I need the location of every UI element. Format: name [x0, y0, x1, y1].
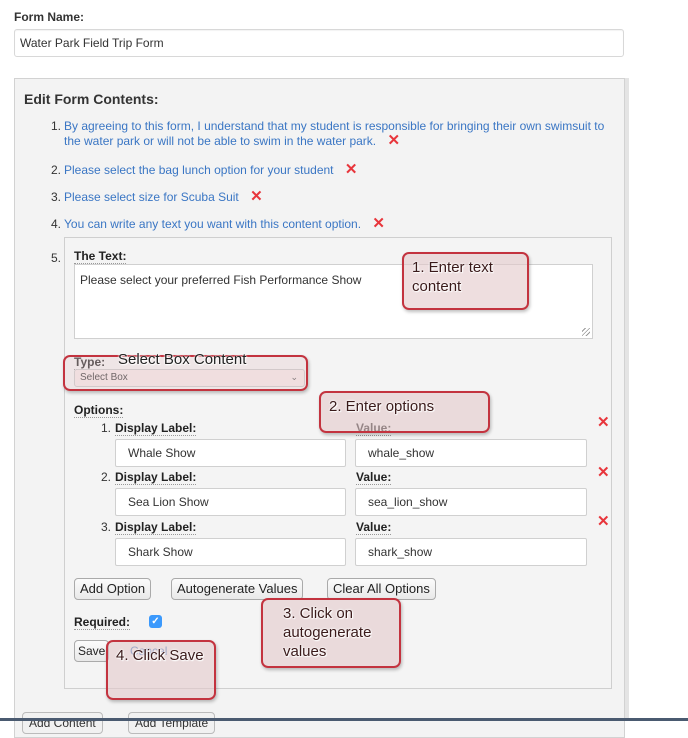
option-number: 2. — [101, 470, 112, 484]
item-number: 1. — [50, 119, 61, 133]
add-template-button[interactable]: Add Template — [128, 712, 216, 734]
item-text[interactable]: By agreeing to this form, I understand t… — [64, 119, 604, 148]
delete-icon[interactable]: ✕ — [345, 162, 358, 177]
value-input[interactable]: sea_lion_show — [355, 488, 587, 516]
value-input[interactable]: shark_show — [355, 538, 587, 566]
content-item[interactable]: 4. You can write any text you want with … — [15, 216, 615, 232]
item-text[interactable]: You can write any text you want with thi… — [64, 217, 361, 231]
value-label: Value: — [356, 470, 392, 485]
autogenerate-values-button[interactable]: Autogenerate Values — [171, 578, 304, 600]
option-number: 3. — [101, 520, 112, 534]
item-text[interactable]: Please select size for Scuba Suit — [64, 190, 239, 204]
value-input[interactable]: whale_show — [355, 439, 587, 467]
callout-type-note: Select Box Content — [118, 351, 247, 368]
form-name-label: Form Name: — [14, 10, 85, 24]
edit-form-title: Edit Form Contents: — [24, 91, 159, 107]
delete-option-icon[interactable]: ✕ — [597, 465, 610, 480]
save-button[interactable]: Save — [74, 640, 110, 662]
item-number: 2. — [50, 163, 61, 177]
callout-step-2: 2. Enter options — [319, 391, 490, 433]
text-label: The Text: — [74, 249, 127, 264]
delete-option-icon[interactable]: ✕ — [597, 415, 610, 430]
value-label: Value: — [356, 520, 392, 535]
display-label-label: Display Label: — [115, 470, 197, 485]
clear-all-options-button[interactable]: Clear All Options — [327, 578, 436, 600]
panel-shadow — [625, 78, 629, 718]
options-label: Options: — [74, 403, 124, 418]
content-item[interactable]: 1. By agreeing to this form, I understan… — [15, 119, 615, 149]
resize-handle-icon[interactable] — [582, 328, 590, 336]
add-content-button[interactable]: Add Content — [22, 712, 103, 734]
required-label: Required: — [74, 615, 131, 630]
content-item[interactable]: 2. Please select the bag lunch option fo… — [15, 162, 615, 178]
content-list: 1. By agreeing to this form, I understan… — [15, 119, 615, 242]
add-option-button[interactable]: Add Option — [74, 578, 152, 600]
delete-icon[interactable]: ✕ — [250, 189, 263, 204]
display-label-label: Display Label: — [115, 520, 197, 535]
item-text[interactable]: Please select the bag lunch option for y… — [64, 163, 334, 177]
delete-option-icon[interactable]: ✕ — [597, 514, 610, 529]
display-label-input[interactable]: Sea Lion Show — [115, 488, 346, 516]
display-label-input[interactable]: Shark Show — [115, 538, 346, 566]
delete-icon[interactable]: ✕ — [387, 133, 400, 148]
item-number: 3. — [50, 190, 61, 204]
required-checkbox[interactable]: ✓ — [149, 615, 162, 628]
callout-step-4: 4. Click Save — [106, 640, 216, 700]
display-label-input[interactable]: Whale Show — [115, 439, 346, 467]
item-number: 4. — [50, 217, 61, 231]
callout-step-3: 3. Click on autogenerate values — [261, 598, 401, 668]
text-content-value: Please select your preferred Fish Perfor… — [80, 273, 362, 287]
callout-step-1: 1. Enter text content — [402, 252, 529, 310]
content-item[interactable]: 3. Please select size for Scuba Suit ✕ — [15, 189, 615, 205]
item-number: 5. — [51, 251, 62, 265]
delete-icon[interactable]: ✕ — [372, 216, 385, 231]
form-name-input[interactable]: Water Park Field Trip Form — [14, 29, 624, 57]
option-number: 1. — [101, 421, 112, 435]
display-label-label: Display Label: — [115, 421, 197, 436]
